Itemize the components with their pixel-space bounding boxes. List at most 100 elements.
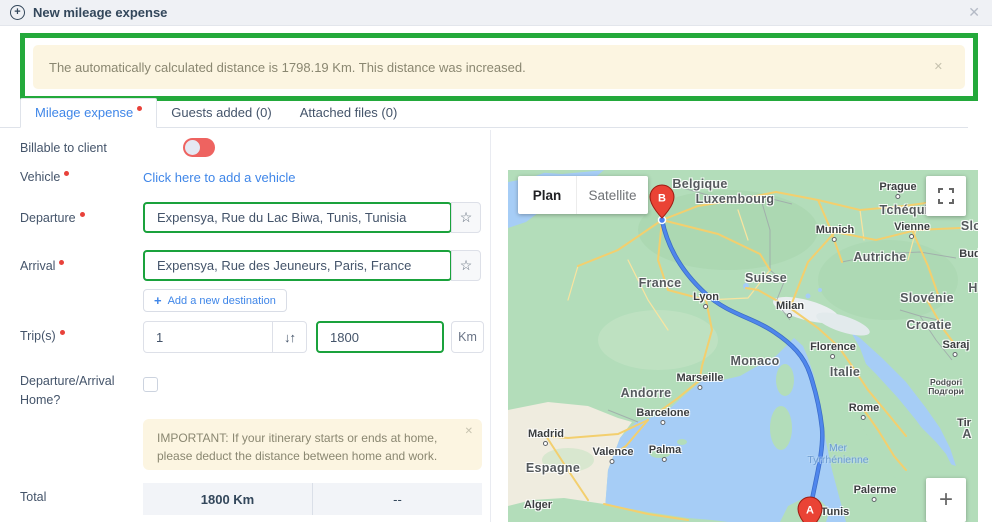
map-place-dot bbox=[610, 459, 615, 464]
tab-label: Guests added (0) bbox=[171, 105, 271, 120]
svg-text:A: A bbox=[806, 505, 814, 517]
panel-divider bbox=[490, 130, 491, 522]
map-label-barcelone: Barcelone bbox=[636, 407, 689, 419]
distance-input[interactable] bbox=[316, 321, 444, 353]
note-close-icon[interactable]: ✕ bbox=[465, 426, 473, 437]
map-label-madrid: Madrid bbox=[528, 428, 564, 440]
map-label-croatie: Croatie bbox=[906, 318, 951, 332]
tab-guests-added-0-[interactable]: Guests added (0) bbox=[157, 99, 285, 127]
tab-mileage-expense[interactable]: Mileage expense bbox=[20, 98, 157, 128]
star-icon: ☆ bbox=[460, 209, 473, 226]
map-label-marseille: Marseille bbox=[676, 372, 723, 384]
page-title: New mileage expense bbox=[33, 5, 167, 20]
map-place-dot bbox=[909, 234, 914, 239]
map-place-dot bbox=[832, 237, 837, 242]
toggle-knob bbox=[185, 140, 200, 155]
total-bar: 1800 Km -- bbox=[143, 483, 482, 515]
billable-toggle[interactable] bbox=[183, 138, 215, 157]
map-label-italie: Italie bbox=[830, 365, 860, 379]
required-indicator bbox=[80, 212, 85, 217]
important-note-text: IMPORTANT: If your itinerary starts or e… bbox=[157, 431, 437, 463]
marker-a-pin[interactable]: A bbox=[797, 496, 823, 522]
map-place-dot bbox=[697, 385, 702, 390]
close-icon[interactable]: ✕ bbox=[968, 4, 980, 21]
swap-direction-button[interactable]: ↓↑ bbox=[273, 321, 307, 353]
trips-count-input[interactable] bbox=[143, 321, 273, 353]
map-label-a: A bbox=[962, 427, 971, 441]
plus-circle-icon: + bbox=[10, 5, 25, 20]
arrival-input-group: ☆ bbox=[143, 250, 481, 281]
map-label-autriche: Autriche bbox=[853, 250, 906, 264]
map-label-подгори: Подгори bbox=[928, 386, 964, 396]
dialog-header: + New mileage expense ✕ bbox=[0, 0, 992, 26]
arrival-label: Arrival bbox=[20, 259, 64, 273]
map-plan-button[interactable]: Plan bbox=[518, 176, 576, 214]
home-label: Departure/Arrival Home? bbox=[20, 372, 135, 411]
map-fullscreen-button[interactable] bbox=[926, 176, 966, 216]
home-checkbox[interactable] bbox=[143, 377, 158, 392]
map-label-saraj: Saraj bbox=[943, 339, 970, 351]
map-label-tyrrh-nienne: Tyrrhénienne bbox=[807, 454, 868, 466]
add-vehicle-link[interactable]: Click here to add a vehicle bbox=[143, 170, 295, 185]
map-label-tunis: Tunis bbox=[821, 506, 850, 518]
map-zoom-in-button[interactable]: + bbox=[926, 478, 966, 522]
route-map[interactable]: BelgiqueLuxembourg Prague Tchéqui Munich Vie… bbox=[508, 170, 978, 522]
required-indicator bbox=[59, 260, 64, 265]
map-place-dot bbox=[787, 313, 792, 318]
map-label-rome: Rome bbox=[849, 402, 880, 414]
map-label-prague: Prague bbox=[879, 181, 916, 193]
arrival-input[interactable] bbox=[143, 250, 452, 281]
departure-input[interactable] bbox=[143, 202, 452, 233]
map-label-munich: Munich bbox=[816, 224, 855, 236]
total-distance-value: 1800 Km bbox=[143, 483, 312, 515]
map-label-palerme: Palerme bbox=[854, 484, 897, 496]
required-indicator bbox=[137, 106, 142, 111]
star-icon: ☆ bbox=[460, 257, 473, 274]
map-label-monaco: Monaco bbox=[730, 354, 779, 368]
required-indicator bbox=[64, 171, 69, 176]
tab-attached-files-0-[interactable]: Attached files (0) bbox=[286, 99, 412, 127]
tab-label: Attached files (0) bbox=[300, 105, 398, 120]
map-type-control: Plan Satellite bbox=[518, 176, 648, 214]
map-label-espagne: Espagne bbox=[526, 461, 580, 475]
swap-arrows-icon: ↓↑ bbox=[284, 330, 295, 345]
tab-bar: Mileage expense Guests added (0) Attached … bbox=[0, 100, 968, 128]
map-label-andorre: Andorre bbox=[621, 386, 672, 400]
map-place-dot bbox=[543, 441, 548, 446]
departure-favorite-button[interactable]: ☆ bbox=[451, 202, 481, 233]
map-label-bud: Bud bbox=[959, 248, 978, 260]
svg-text:B: B bbox=[658, 193, 666, 205]
map-place-dot bbox=[660, 420, 665, 425]
map-label-tch-qui: Tchéqui bbox=[879, 203, 928, 217]
map-label-palma: Palma bbox=[649, 444, 681, 456]
alert-close-icon[interactable]: ✕ bbox=[934, 60, 943, 73]
total-amount-value: -- bbox=[312, 483, 482, 515]
map-label-france: France bbox=[639, 276, 682, 290]
important-note: IMPORTANT: If your itinerary starts or e… bbox=[143, 419, 482, 470]
map-label-mer: Mer bbox=[829, 442, 847, 454]
add-destination-button[interactable]: + Add a new destination bbox=[143, 289, 287, 312]
map-place-dot bbox=[703, 304, 708, 309]
map-label-slo: Slo bbox=[961, 219, 978, 233]
map-place-dot bbox=[662, 457, 667, 462]
map-satellite-button[interactable]: Satellite bbox=[576, 176, 648, 214]
total-label: Total bbox=[20, 490, 46, 504]
plus-icon: + bbox=[154, 293, 162, 308]
map-label-suisse: Suisse bbox=[745, 271, 787, 285]
map-label-belgique: Belgique bbox=[672, 177, 727, 191]
map-place-dot bbox=[830, 354, 835, 359]
map-label-luxembourg: Luxembourg bbox=[696, 192, 775, 206]
map-place-dot bbox=[872, 497, 877, 502]
trips-row: ↓↑ Km bbox=[143, 321, 484, 353]
map-place-dot bbox=[895, 194, 900, 199]
required-indicator bbox=[60, 330, 65, 335]
tab-label: Mileage expense bbox=[35, 105, 133, 120]
departure-label: Departure bbox=[20, 211, 85, 225]
map-label-florence: Florence bbox=[810, 341, 856, 353]
map-label-vienne: Vienne bbox=[894, 221, 930, 233]
distance-alert-banner: The automatically calculated distance is… bbox=[33, 45, 965, 89]
map-label-lyon: Lyon bbox=[693, 291, 719, 303]
map-label-valence: Valence bbox=[593, 446, 634, 458]
arrival-favorite-button[interactable]: ☆ bbox=[451, 250, 481, 281]
marker-b-pin[interactable]: B bbox=[649, 184, 675, 220]
